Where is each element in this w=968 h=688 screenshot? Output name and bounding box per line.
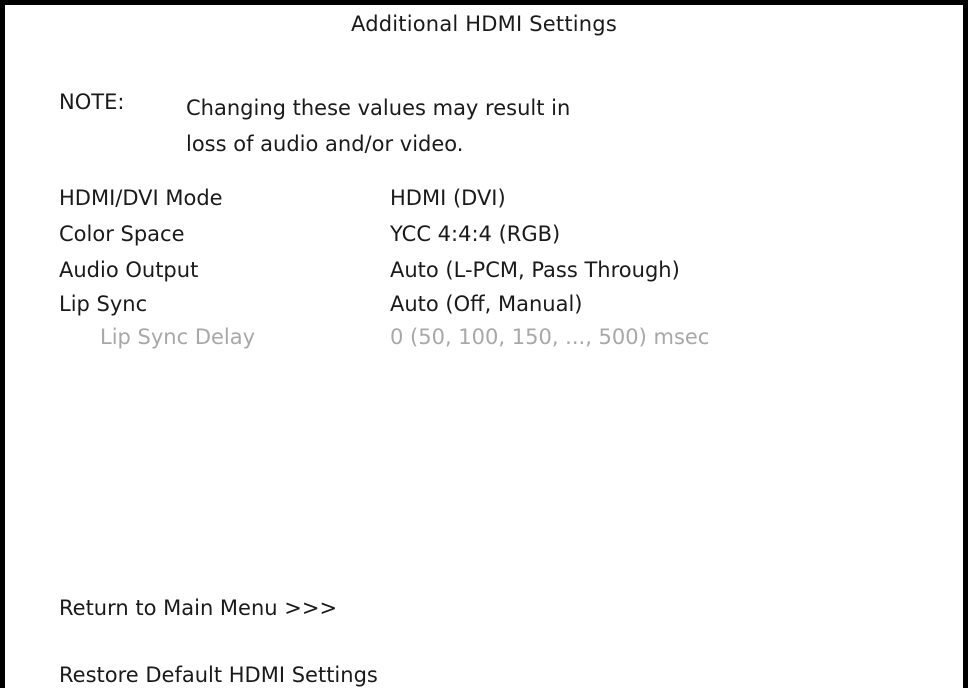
color-space-option[interactable]: YCC 4:4:4 (RGB) — [390, 222, 560, 246]
lip-sync-label: Lip Sync — [59, 292, 148, 316]
note-label: NOTE: — [59, 90, 125, 114]
restore-default-settings-link[interactable]: Restore Default HDMI Settings — [59, 663, 378, 687]
lip-sync-option[interactable]: Auto (Off, Manual) — [390, 292, 582, 316]
hdmi-dvi-mode-label: HDMI/DVI Mode — [59, 186, 223, 210]
page-title: Additional HDMI Settings — [351, 12, 617, 36]
audio-output-option[interactable]: Auto (L-PCM, Pass Through) — [390, 258, 680, 282]
hdmi-dvi-mode-option[interactable]: HDMI (DVI) — [390, 186, 506, 210]
note-text: Changing these values may result in loss… — [186, 96, 571, 156]
lip-sync-delay-option: 0 (50, 100, 150, ..., 500) msec — [390, 325, 710, 349]
audio-output-label: Audio Output — [59, 258, 199, 282]
return-to-main-menu-link[interactable]: Return to Main Menu >>> — [59, 596, 337, 620]
color-space-label: Color Space — [59, 222, 185, 246]
lip-sync-delay-label: Lip Sync Delay — [100, 325, 256, 349]
